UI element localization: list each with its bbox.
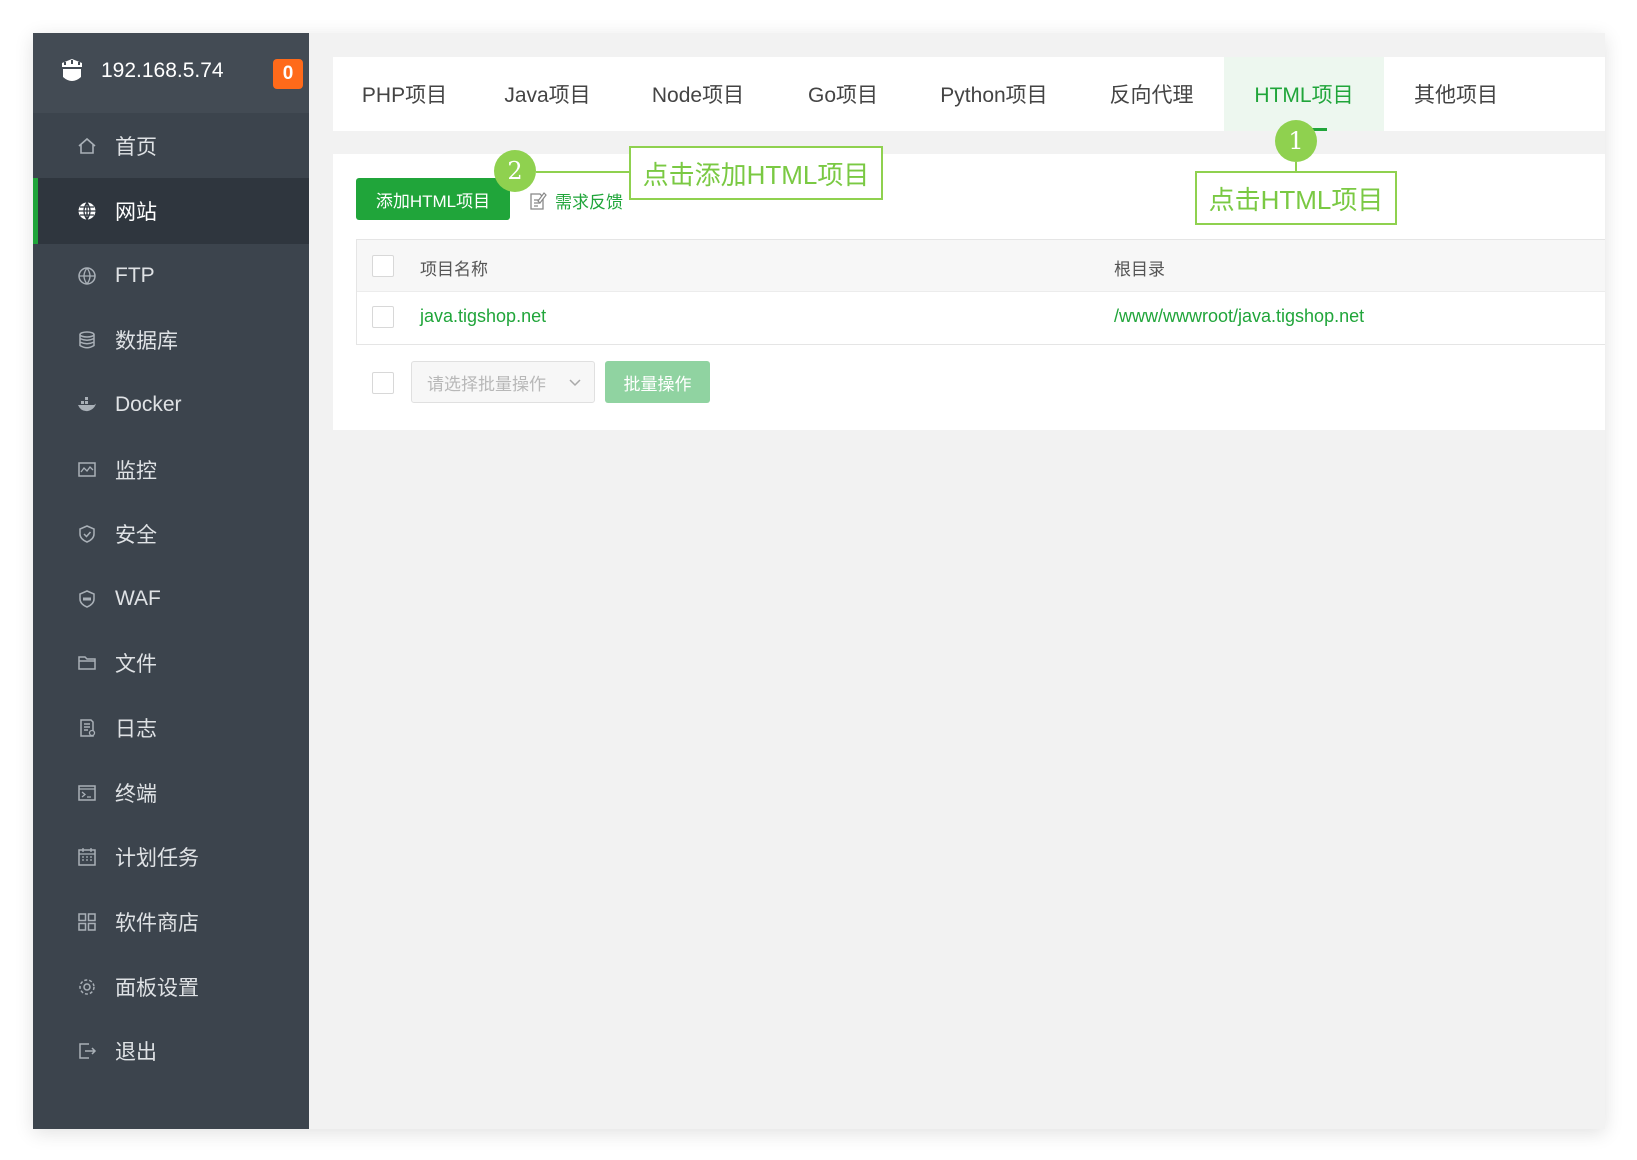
tab-label: 反向代理: [1109, 84, 1194, 107]
feedback-label: 需求反馈: [555, 193, 623, 212]
table-header: 项目名称 根目录: [357, 240, 1605, 292]
edit-note-icon: [530, 191, 547, 210]
tab-java[interactable]: Java项目: [476, 57, 619, 131]
batch-action-select[interactable]: 请选择批量操作: [411, 361, 595, 403]
tab-label: Java项目: [504, 84, 591, 107]
sidebar-item-label: FTP: [115, 264, 155, 287]
database-icon: [79, 331, 95, 349]
gear-icon: [79, 979, 95, 995]
batch-select-checkbox[interactable]: [372, 372, 394, 394]
sidebar-item-ftp[interactable]: FTP: [33, 243, 309, 309]
tab-reverse-proxy[interactable]: 反向代理: [1079, 57, 1224, 131]
tab-other[interactable]: 其他项目: [1384, 57, 1528, 131]
docker-icon: [78, 397, 96, 412]
log-icon: [80, 719, 96, 737]
step-2-marker: 2: [494, 150, 536, 192]
sidebar-item-cron[interactable]: 计划任务: [33, 824, 309, 890]
project-root-link[interactable]: /www/wwwroot/java.tigshop.net: [1114, 306, 1364, 327]
tab-label: 其他项目: [1414, 84, 1498, 107]
feedback-link[interactable]: 需求反馈: [529, 188, 623, 213]
tab-label: Node项目: [651, 84, 745, 107]
add-html-project-button[interactable]: 添加HTML项目: [356, 178, 510, 220]
sidebar-item-waf[interactable]: WAF: [33, 566, 309, 632]
sidebar-item-label: 面板设置: [115, 977, 199, 1000]
table-row: java.tigshop.net /www/wwwroot/java.tigsh…: [357, 292, 1605, 343]
sidebar-item-logout[interactable]: 退出: [33, 1018, 309, 1084]
tab-go[interactable]: Go项目: [777, 57, 909, 131]
shield-icon: [79, 525, 95, 543]
terminal-icon: [78, 785, 96, 801]
project-name-link[interactable]: java.tigshop.net: [420, 306, 546, 327]
sidebar-item-monitor[interactable]: 监控: [33, 437, 309, 503]
app-window: 192.168.5.74 0 首页 网站 FTP 数据库 Docker 监控 安…: [33, 33, 1605, 1129]
sidebar-item-label: WAF: [115, 587, 161, 610]
host-address: 192.168.5.74: [101, 59, 224, 82]
sidebar-item-label: 终端: [115, 783, 157, 806]
sidebar-item-terminal[interactable]: 终端: [33, 760, 309, 826]
sidebar-item-label: 数据库: [115, 330, 178, 353]
sidebar-item-home[interactable]: 首页: [33, 113, 309, 179]
calendar-icon: [78, 848, 96, 866]
waf-icon: [79, 590, 95, 608]
server-logo-icon: [62, 59, 82, 81]
column-header-name: 项目名称: [420, 260, 488, 279]
globe-icon: [78, 202, 96, 220]
select-all-checkbox[interactable]: [372, 255, 394, 277]
logout-icon: [79, 1043, 97, 1059]
step-1-callout: 点击HTML项目: [1195, 171, 1397, 225]
tab-python[interactable]: Python项目: [909, 57, 1079, 131]
sidebar-item-security[interactable]: 安全: [33, 501, 309, 567]
sidebar-item-logs[interactable]: 日志: [33, 695, 309, 761]
sidebar-item-website[interactable]: 网站: [33, 178, 309, 244]
notification-badge[interactable]: 0: [273, 59, 303, 89]
sidebar-item-label: 退出: [115, 1041, 157, 1064]
sidebar-item-label: Docker: [115, 393, 182, 416]
project-tabs: PHP项目 Java项目 Node项目 Go项目 Python项目 反向代理 H…: [333, 57, 1605, 131]
sidebar-item-label: 首页: [115, 136, 157, 159]
sidebar-header: 192.168.5.74 0: [33, 33, 309, 113]
tab-label: HTML项目: [1254, 84, 1354, 107]
batch-action-button[interactable]: 批量操作: [605, 361, 710, 403]
ftp-icon: [78, 267, 96, 285]
sidebar-item-docker[interactable]: Docker: [33, 372, 309, 438]
step-2-connector: [536, 171, 629, 173]
sidebar-item-label: 软件商店: [115, 912, 199, 935]
sidebar-item-label: 监控: [115, 460, 157, 483]
tab-label: Python项目: [940, 84, 1048, 107]
chevron-down-icon: [569, 379, 581, 387]
home-icon: [78, 137, 96, 154]
sidebar-item-settings[interactable]: 面板设置: [33, 954, 309, 1020]
content-panel: 添加HTML项目 需求反馈 项目名称 根目录 java.tigshop.net …: [333, 154, 1605, 430]
tab-html[interactable]: HTML项目: [1224, 57, 1384, 131]
step-2-callout: 点击添加HTML项目: [629, 146, 883, 200]
sidebar-item-app-store[interactable]: 软件商店: [33, 889, 309, 955]
batch-select-placeholder: 请选择批量操作: [427, 374, 546, 394]
sidebar-item-files[interactable]: 文件: [33, 630, 309, 696]
row-checkbox[interactable]: [372, 306, 394, 328]
apps-icon: [78, 913, 96, 931]
step-1-marker: 1: [1275, 120, 1317, 162]
tab-label: PHP项目: [361, 84, 448, 107]
column-header-root: 根目录: [1114, 260, 1165, 279]
sidebar-item-label: 网站: [115, 201, 157, 224]
sidebar: 192.168.5.74 0 首页 网站 FTP 数据库 Docker 监控 安…: [33, 33, 309, 1129]
sidebar-item-label: 文件: [115, 653, 157, 676]
monitor-icon: [78, 462, 96, 477]
sidebar-item-label: 计划任务: [115, 847, 199, 870]
sidebar-item-database[interactable]: 数据库: [33, 307, 309, 373]
tab-label: Go项目: [807, 84, 878, 107]
sidebar-item-label: 日志: [115, 718, 157, 741]
folder-icon: [78, 656, 96, 670]
sidebar-item-label: 安全: [115, 524, 157, 547]
project-table: 项目名称 根目录 java.tigshop.net /www/wwwroot/j…: [356, 239, 1605, 345]
tab-node[interactable]: Node项目: [619, 57, 777, 131]
tab-php[interactable]: PHP项目: [333, 57, 476, 131]
